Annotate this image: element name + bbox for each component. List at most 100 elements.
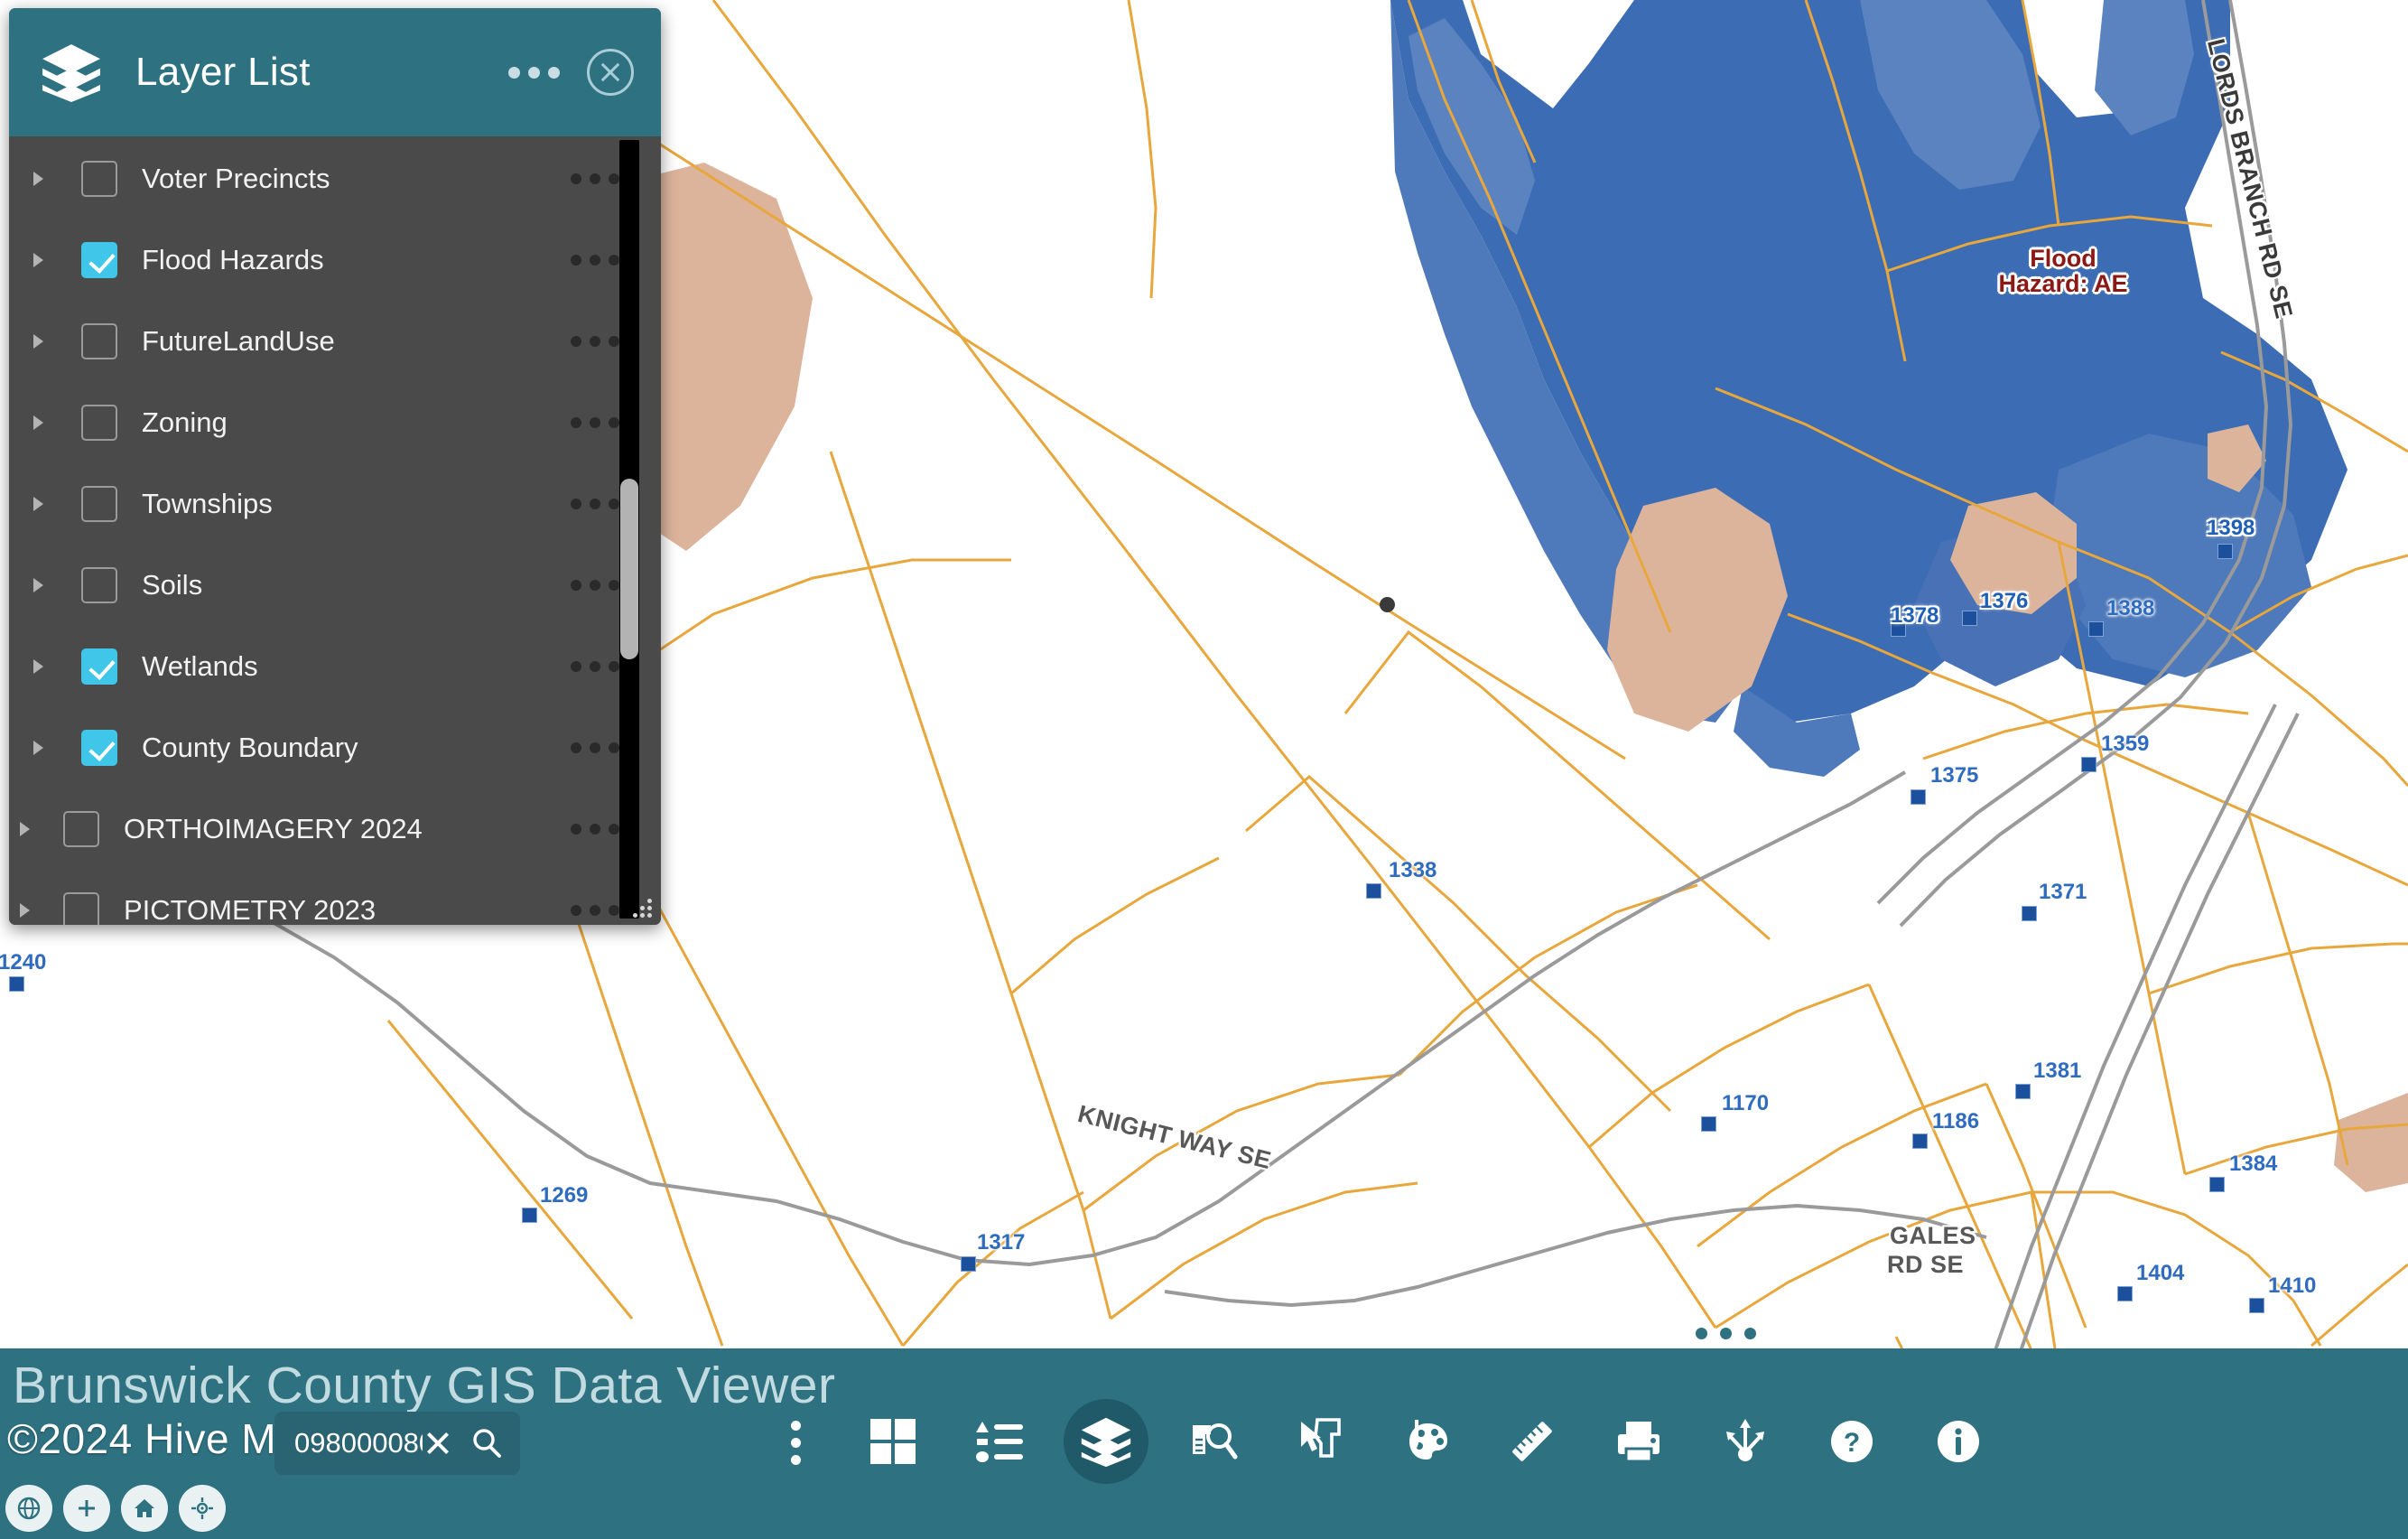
address-point-marker[interactable] <box>1912 1133 1928 1149</box>
draw-button[interactable] <box>1372 1400 1479 1483</box>
close-circle-icon[interactable] <box>587 49 634 96</box>
tool-buttons: ? <box>840 1400 2012 1483</box>
paint-palette-icon <box>1409 1420 1447 1460</box>
layer-list-button[interactable] <box>1053 1400 1159 1483</box>
layer-options-dots-icon[interactable] <box>571 905 619 916</box>
help-button[interactable]: ? <box>1799 1400 1905 1483</box>
about-button[interactable] <box>1905 1400 2012 1483</box>
layer-visibility-checkbox[interactable] <box>63 811 99 847</box>
address-point-marker[interactable] <box>1962 611 1977 626</box>
address-point-marker[interactable] <box>522 1208 537 1223</box>
layer-row[interactable]: Flood Hazards <box>9 219 661 301</box>
share-button[interactable] <box>1692 1400 1799 1483</box>
address-point-marker[interactable] <box>961 1256 976 1272</box>
zoom-in-button[interactable] <box>63 1485 110 1532</box>
panel-resize-grip[interactable] <box>628 894 652 918</box>
globe-icon <box>17 1497 41 1520</box>
layer-options-dots-icon[interactable] <box>571 661 619 672</box>
layer-options-dots-icon[interactable] <box>571 336 619 347</box>
layer-row[interactable]: Voter Precincts <box>9 138 661 219</box>
address-point-marker[interactable] <box>2088 621 2104 637</box>
expand-arrow-icon[interactable] <box>33 578 43 592</box>
expand-arrow-icon[interactable] <box>33 659 43 674</box>
print-button[interactable] <box>1585 1400 1692 1483</box>
expand-arrow-icon[interactable] <box>33 497 43 511</box>
address-point-marker[interactable] <box>2022 906 2037 921</box>
panel-scrollbar-thumb[interactable] <box>620 479 638 659</box>
layer-options-dots-icon[interactable] <box>571 417 619 428</box>
expand-arrow-icon[interactable] <box>20 903 30 918</box>
layer-label: County Boundary <box>142 732 358 763</box>
layer-label: FutureLandUse <box>142 325 335 357</box>
layer-list-body[interactable]: Voter Precincts Flood Hazards FutureLandUs… <box>9 136 661 925</box>
address-point-marker[interactable] <box>2249 1298 2264 1313</box>
layer-row[interactable]: Townships <box>9 463 661 545</box>
layer-row[interactable]: ORTHOIMAGERY 2024 <box>9 788 661 870</box>
measure-button[interactable] <box>1479 1400 1585 1483</box>
layer-visibility-checkbox[interactable] <box>63 892 99 925</box>
printer-icon <box>1618 1422 1660 1463</box>
search-magnifier-icon[interactable] <box>470 1426 504 1460</box>
basemap-gallery-button[interactable] <box>840 1400 946 1483</box>
layer-label: Soils <box>142 569 203 601</box>
address-point-marker[interactable] <box>2209 1177 2225 1192</box>
legend-button[interactable] <box>946 1400 1053 1483</box>
layer-options-dots-icon[interactable] <box>571 824 619 835</box>
app-title: Brunswick County GIS Data Viewer <box>13 1357 836 1414</box>
svg-text:?: ? <box>1844 1428 1860 1458</box>
expand-arrow-icon[interactable] <box>33 334 43 349</box>
layer-row[interactable]: PICTOMETRY 2023 <box>9 870 661 925</box>
layer-options-dots-icon[interactable] <box>571 742 619 753</box>
address-point-marker[interactable] <box>1366 883 1381 899</box>
layer-label: Voter Precincts <box>142 163 330 194</box>
layer-visibility-checkbox[interactable] <box>81 242 117 278</box>
home-button[interactable] <box>121 1485 168 1532</box>
selected-parcel-marker[interactable] <box>1380 597 1395 612</box>
gis-viewer-app: Flood Hazard: AE LORDS BRANCH RD SE KNIG… <box>0 0 2408 1539</box>
attribute-query-button[interactable] <box>1159 1400 1266 1483</box>
panel-menu-dots-icon[interactable] <box>508 66 560 79</box>
address-point-marker[interactable] <box>2217 544 2233 559</box>
layer-row[interactable]: Zoning <box>9 382 661 463</box>
layer-visibility-checkbox[interactable] <box>81 567 117 603</box>
address-point-marker[interactable] <box>9 976 24 992</box>
layer-visibility-checkbox[interactable] <box>81 730 117 766</box>
drag-handle-dots-icon[interactable] <box>1696 1328 1756 1339</box>
layer-visibility-checkbox[interactable] <box>81 486 117 522</box>
expand-arrow-icon[interactable] <box>33 172 43 186</box>
zoom-extent-button[interactable] <box>5 1485 52 1532</box>
layer-visibility-checkbox[interactable] <box>81 323 117 359</box>
layer-options-dots-icon[interactable] <box>571 580 619 591</box>
layer-visibility-checkbox[interactable] <box>81 161 117 197</box>
expand-arrow-icon[interactable] <box>33 415 43 430</box>
locate-button[interactable] <box>179 1485 226 1532</box>
search-box[interactable]: 0980000801 <box>274 1412 520 1475</box>
address-point-marker[interactable] <box>1701 1116 1716 1132</box>
layer-options-dots-icon[interactable] <box>571 173 619 184</box>
expand-arrow-icon[interactable] <box>20 822 30 836</box>
address-point-marker[interactable] <box>2081 757 2097 772</box>
select-button[interactable] <box>1266 1400 1372 1483</box>
layer-label: Zoning <box>142 406 228 438</box>
address-point-marker[interactable] <box>2117 1286 2133 1301</box>
address-point-marker[interactable] <box>1911 789 1926 805</box>
layer-row[interactable]: County Boundary <box>9 707 661 788</box>
close-x-icon[interactable] <box>423 1428 453 1459</box>
layer-options-dots-icon[interactable] <box>571 255 619 266</box>
layer-options-dots-icon[interactable] <box>571 499 619 509</box>
expand-arrow-icon[interactable] <box>33 253 43 267</box>
layer-visibility-checkbox[interactable] <box>81 648 117 685</box>
layer-label: Flood Hazards <box>142 244 324 275</box>
address-point-marker[interactable] <box>1891 621 1906 637</box>
layer-visibility-checkbox[interactable] <box>81 405 117 441</box>
address-point-marker[interactable] <box>2015 1084 2031 1099</box>
layer-row[interactable]: Wetlands <box>9 626 661 707</box>
layer-list-panel[interactable]: Layer List Voter Precincts Flood Hazards F… <box>9 8 661 925</box>
layer-row[interactable]: Soils <box>9 545 661 626</box>
expand-arrow-icon[interactable] <box>33 741 43 755</box>
search-options-dots-icon[interactable] <box>791 1421 801 1465</box>
map-navigation-controls[interactable] <box>5 1485 226 1532</box>
search-input[interactable]: 0980000801 <box>294 1427 423 1460</box>
layer-row[interactable]: FutureLandUse <box>9 301 661 382</box>
panel-scrollbar[interactable] <box>619 140 639 919</box>
